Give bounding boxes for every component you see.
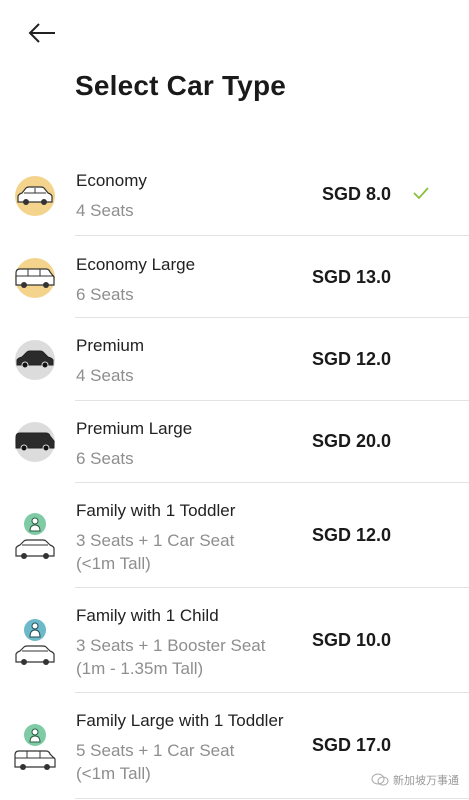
car-option-economy[interactable]: Economy 4 Seats SGD 8.0 (0, 152, 469, 236)
car-seats: 4 Seats (76, 366, 134, 385)
car-name: Family with 1 Toddler (76, 501, 236, 520)
car-option-economy-large[interactable]: Economy Large 6 Seats SGD 13.0 (0, 236, 469, 318)
economy-car-icon (14, 175, 56, 222)
car-option-premium-large[interactable]: Premium Large 6 Seats SGD 20.0 (0, 401, 469, 483)
toddler-large-car-icon (14, 723, 56, 776)
economy-large-car-icon (14, 257, 56, 304)
child-car-icon (14, 618, 56, 671)
car-seats: 3 Seats + 1 Car Seat (76, 531, 235, 550)
premium-car-icon (14, 339, 56, 386)
row-divider (75, 798, 469, 799)
car-price: SGD 20.0 (311, 431, 391, 451)
car-seats: 6 Seats (76, 285, 134, 304)
car-seats: 5 Seats + 1 Car Seat (76, 741, 235, 760)
car-name: Economy (76, 171, 147, 190)
car-price: SGD 12.0 (311, 349, 391, 369)
car-size-note: (1m - 1.35m Tall) (76, 659, 204, 678)
car-price: SGD 17.0 (311, 735, 391, 755)
car-price: SGD 8.0 (321, 184, 391, 204)
checkmark-icon (412, 186, 430, 205)
car-seats: 6 Seats (76, 449, 134, 468)
select-car-type-screen: Select Car Type Economy 4 Seats SGD 8.0 (0, 0, 469, 800)
watermark: 新加坡万事通 (371, 772, 459, 788)
car-name: Premium (76, 336, 145, 355)
car-price: SGD 12.0 (311, 525, 391, 545)
car-price: SGD 10.0 (311, 630, 391, 650)
premium-large-car-icon (14, 421, 56, 468)
car-name: Family Large with 1 Toddler (76, 711, 284, 730)
car-name: Premium Large (76, 419, 193, 438)
watermark-text: 新加坡万事通 (393, 775, 459, 787)
car-price: SGD 13.0 (311, 267, 391, 287)
car-option-family-toddler[interactable]: Family with 1 Toddler 3 Seats + 1 Car Se… (0, 483, 469, 588)
car-option-family-child[interactable]: Family with 1 Child 3 Seats + 1 Booster … (0, 588, 469, 693)
arrow-left-icon (28, 23, 55, 43)
back-button[interactable] (24, 18, 60, 48)
car-size-note: (<1m Tall) (76, 554, 151, 573)
car-name: Economy Large (76, 255, 196, 274)
car-seats: 3 Seats + 1 Booster Seat (76, 636, 266, 655)
car-option-premium[interactable]: Premium 4 Seats SGD 12.0 (0, 318, 469, 401)
car-size-note: (<1m Tall) (76, 764, 151, 783)
car-seats: 4 Seats (76, 201, 134, 220)
page-title: Select Car Type (75, 70, 287, 101)
wechat-icon (371, 773, 389, 786)
car-name: Family with 1 Child (76, 606, 219, 625)
car-type-list: Economy 4 Seats SGD 8.0 Economy Large 6 … (0, 152, 469, 799)
toddler-car-icon (14, 512, 56, 565)
